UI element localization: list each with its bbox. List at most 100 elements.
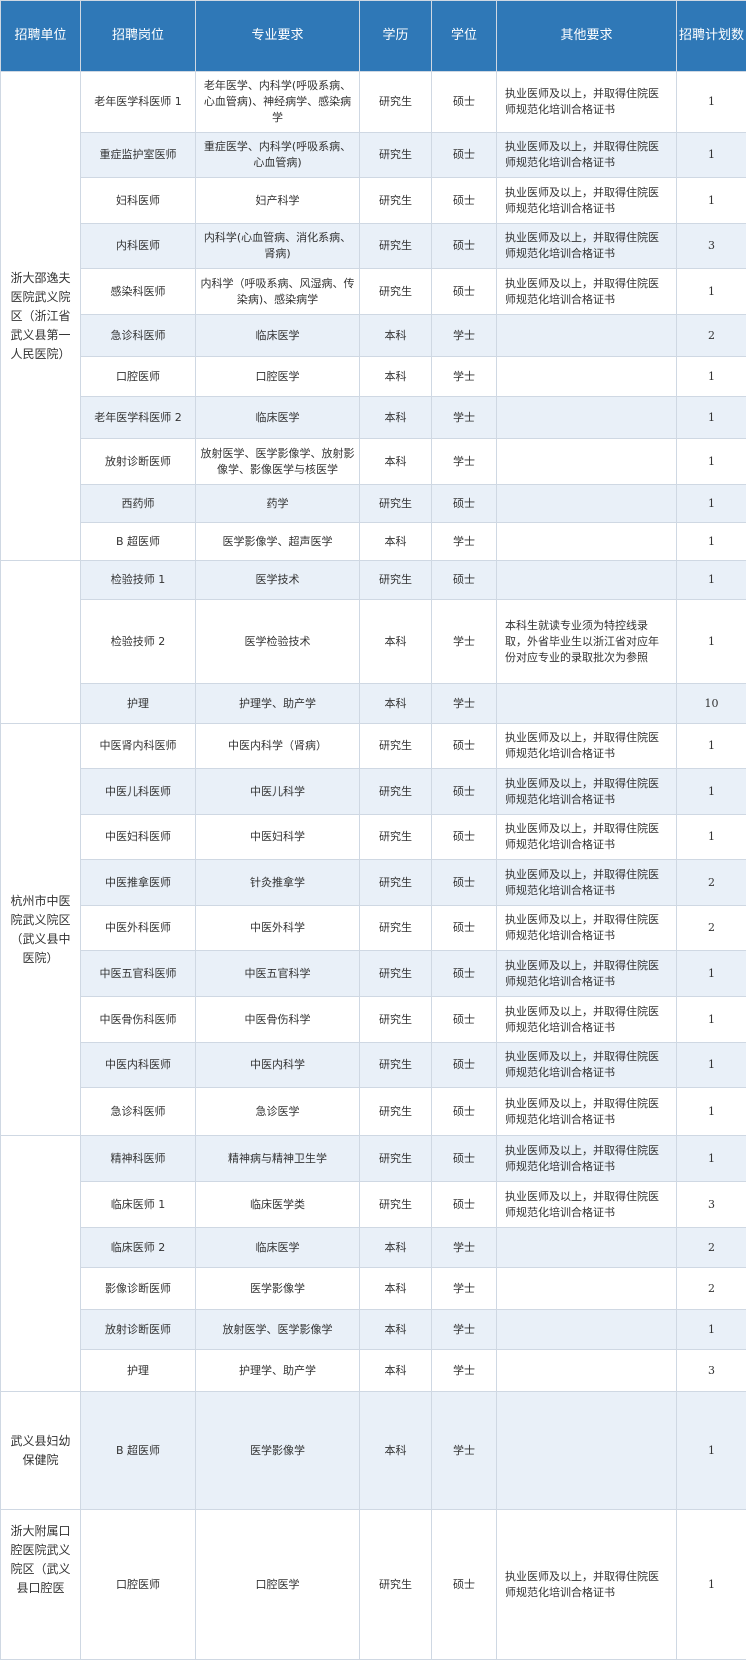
major-cell: 放射医学、医学影像学 bbox=[195, 1309, 360, 1350]
table-row: 浙大邵逸夫医院武义院区（浙江省武义县第一人民医院） 老年医学科医师 1 老年医学、内… bbox=[0, 71, 746, 561]
education-cell: 研究生 bbox=[359, 768, 432, 815]
degree-cell: 学士 bbox=[431, 1267, 497, 1310]
count-cell: 1 bbox=[676, 1391, 746, 1510]
count-cell: 1 bbox=[676, 268, 746, 315]
degree-cell: 硕士 bbox=[431, 950, 497, 997]
degree-cell: 硕士 bbox=[431, 1181, 497, 1228]
education-cell: 研究生 bbox=[359, 1087, 432, 1136]
other-requirement-cell: 执业医师及以上，并取得住院医师规范化培训合格证书 bbox=[496, 768, 677, 815]
post-cell: 中医外科医师 bbox=[80, 905, 196, 951]
count-cell: 1 bbox=[676, 1042, 746, 1088]
education-cell: 本科 bbox=[359, 683, 432, 724]
other-requirement-cell: 执业医师及以上，并取得住院医师规范化培训合格证书 bbox=[496, 1042, 677, 1088]
count-cell: 1 bbox=[676, 599, 746, 684]
degree-cell: 硕士 bbox=[431, 71, 497, 133]
post-cell: 中医骨伤科医师 bbox=[80, 996, 196, 1043]
degree-cell: 学士 bbox=[431, 599, 497, 684]
post-cell: 精神科医师 bbox=[80, 1135, 196, 1182]
major-cell: 急诊医学 bbox=[195, 1087, 360, 1136]
header-degree: 学位 bbox=[431, 0, 497, 72]
other-requirement-cell: 执业医师及以上，并取得住院医师规范化培训合格证书 bbox=[496, 132, 677, 178]
education-cell: 本科 bbox=[359, 396, 432, 439]
education-cell: 本科 bbox=[359, 356, 432, 397]
unit-cell: 浙大邵逸夫医院武义院区（浙江省武义县第一人民医院） bbox=[0, 71, 81, 561]
other-requirement-cell: 本科生就读专业须为特控线录取，外省毕业生以浙江省对应年份对应专业的录取批次为参照 bbox=[496, 599, 677, 684]
post-cell: 临床医师 2 bbox=[80, 1227, 196, 1268]
table-row: 浙大附属口腔医院武义院区（武义县口腔医 口腔医师 口腔医学 研究生 硕士 执业医师及以上，… bbox=[0, 1509, 746, 1660]
other-requirement-cell bbox=[496, 396, 677, 439]
other-requirement-cell bbox=[496, 356, 677, 397]
table-row: 临床医师 2 临床医学 本科 学士 2 bbox=[1, 1227, 746, 1268]
post-cell: 感染科医师 bbox=[80, 268, 196, 315]
post-cell: 临床医师 1 bbox=[80, 1181, 196, 1228]
degree-cell: 学士 bbox=[431, 314, 497, 357]
post-cell: 妇科医师 bbox=[80, 177, 196, 224]
degree-cell: 硕士 bbox=[431, 1135, 497, 1182]
other-requirement-cell: 执业医师及以上，并取得住院医师规范化培训合格证书 bbox=[496, 905, 677, 951]
post-cell: 急诊科医师 bbox=[80, 314, 196, 357]
education-cell: 研究生 bbox=[359, 996, 432, 1043]
education-cell: 研究生 bbox=[359, 268, 432, 315]
other-requirement-cell: 执业医师及以上，并取得住院医师规范化培训合格证书 bbox=[496, 177, 677, 224]
education-cell: 研究生 bbox=[359, 177, 432, 224]
post-cell: 放射诊断医师 bbox=[80, 438, 196, 485]
other-requirement-cell: 执业医师及以上，并取得住院医师规范化培训合格证书 bbox=[496, 723, 677, 769]
major-cell: 中医五官科学 bbox=[195, 950, 360, 997]
other-requirement-cell: 执业医师及以上，并取得住院医师规范化培训合格证书 bbox=[496, 996, 677, 1043]
count-cell: 1 bbox=[676, 177, 746, 224]
major-cell: 医学检验技术 bbox=[195, 599, 360, 684]
post-cell: 中医推拿医师 bbox=[80, 859, 196, 906]
header-count: 招聘计划数 bbox=[676, 0, 746, 72]
other-requirement-cell: 执业医师及以上，并取得住院医师规范化培训合格证书 bbox=[496, 1087, 677, 1136]
table-row: 内科医师 内科学(心血管病、消化系病、肾病) 研究生 硕士 执业医师及以上，并取得住院医… bbox=[1, 223, 746, 269]
major-cell: 妇产科学 bbox=[195, 177, 360, 224]
table-row: 临床医师 1 临床医学类 研究生 硕士 执业医师及以上，并取得住院医师规范化培训合格证书… bbox=[1, 1181, 746, 1228]
count-cell: 10 bbox=[676, 683, 746, 724]
education-cell: 研究生 bbox=[359, 223, 432, 269]
count-cell: 3 bbox=[676, 223, 746, 269]
count-cell: 2 bbox=[676, 314, 746, 357]
table-row: 口腔医师 口腔医学 本科 学士 1 bbox=[1, 356, 746, 397]
post-cell: 影像诊断医师 bbox=[80, 1267, 196, 1310]
degree-cell: 硕士 bbox=[431, 223, 497, 269]
unit-cell bbox=[0, 560, 81, 724]
degree-cell: 硕士 bbox=[431, 177, 497, 224]
major-cell: 重症医学、内科学(呼吸系病、心血管病) bbox=[195, 132, 360, 178]
count-cell: 1 bbox=[676, 1309, 746, 1350]
degree-cell: 学士 bbox=[431, 1391, 497, 1510]
education-cell: 本科 bbox=[359, 438, 432, 485]
major-cell: 中医妇科学 bbox=[195, 814, 360, 860]
degree-cell: 硕士 bbox=[431, 814, 497, 860]
other-requirement-cell: 执业医师及以上，并取得住院医师规范化培训合格证书 bbox=[496, 71, 677, 133]
other-requirement-cell bbox=[496, 560, 677, 600]
table-row: 放射诊断医师 放射医学、医学影像学、放射影像学、影像医学与核医学 本科 学士 1 bbox=[1, 438, 746, 485]
major-cell: 口腔医学 bbox=[195, 356, 360, 397]
post-cell: 检验技师 1 bbox=[80, 560, 196, 600]
unit-cell: 武义县妇幼保健院 bbox=[0, 1391, 81, 1510]
count-cell: 1 bbox=[676, 723, 746, 769]
degree-cell: 学士 bbox=[431, 356, 497, 397]
major-cell: 临床医学 bbox=[195, 1227, 360, 1268]
table-row: 中医外科医师 中医外科学 研究生 硕士 执业医师及以上，并取得住院医师规范化培训合格证书… bbox=[1, 905, 746, 951]
count-cell: 1 bbox=[676, 356, 746, 397]
post-cell: 老年医学科医师 2 bbox=[80, 396, 196, 439]
major-cell: 口腔医学 bbox=[195, 1509, 360, 1660]
other-requirement-cell: 执业医师及以上，并取得住院医师规范化培训合格证书 bbox=[496, 814, 677, 860]
count-cell: 1 bbox=[676, 438, 746, 485]
header-unit: 招聘单位 bbox=[0, 0, 81, 72]
post-cell: 急诊科医师 bbox=[80, 1087, 196, 1136]
count-cell: 2 bbox=[676, 1267, 746, 1310]
table-body: 浙大邵逸夫医院武义院区（浙江省武义县第一人民医院） 老年医学科医师 1 老年医学、内… bbox=[0, 71, 746, 1660]
table-row: 放射诊断医师 放射医学、医学影像学 本科 学士 1 bbox=[1, 1309, 746, 1350]
major-cell: 中医骨伤科学 bbox=[195, 996, 360, 1043]
education-cell: 研究生 bbox=[359, 723, 432, 769]
table-row: B 超医师 医学影像学、超声医学 本科 学士 1 bbox=[1, 522, 746, 561]
other-requirement-cell: 执业医师及以上，并取得住院医师规范化培训合格证书 bbox=[496, 1135, 677, 1182]
degree-cell: 学士 bbox=[431, 396, 497, 439]
major-cell: 临床医学类 bbox=[195, 1181, 360, 1228]
table-row: 急诊科医师 急诊医学 研究生 硕士 执业医师及以上，并取得住院医师规范化培训合格证书 1 bbox=[1, 1087, 746, 1136]
major-cell: 临床医学 bbox=[195, 396, 360, 439]
degree-cell: 硕士 bbox=[431, 132, 497, 178]
count-cell: 2 bbox=[676, 905, 746, 951]
degree-cell: 硕士 bbox=[431, 1087, 497, 1136]
